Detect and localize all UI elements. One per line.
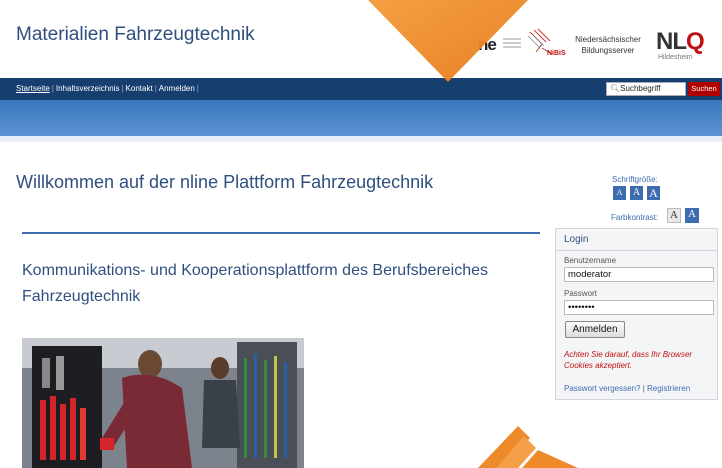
contrast-high-button[interactable]: A [685, 208, 699, 223]
contrast-normal-button[interactable]: A [667, 208, 681, 223]
divider [22, 232, 540, 234]
page-title: Willkommen auf der nline Plattform Fahrz… [16, 172, 434, 192]
username-field[interactable]: moderator [564, 267, 714, 282]
nlq-logo-nl: NL [656, 28, 687, 55]
font-size-medium-button[interactable]: A [630, 186, 643, 200]
bildungsserver-line1: Niedersächsischer [575, 35, 641, 44]
search-button[interactable]: Suchen [688, 82, 720, 96]
login-links: Passwort vergessen? | Registrieren [564, 384, 690, 393]
nav-links: Startseite | Inhaltsverzeichnis | Kontakt | An… [16, 84, 201, 93]
search-icon: 🔍︎ [610, 84, 621, 93]
nlq-subtitle: Hildesheim [658, 54, 693, 61]
cookie-warning: Achten Sie darauf, dass Ihr Browser Cook… [564, 350, 693, 370]
bildungsserver-line2: Bildungsserver [581, 46, 635, 55]
search-input[interactable]: 🔍︎Suchbegriff [606, 82, 686, 96]
font-size-label: Schriftgröße: [612, 175, 658, 184]
nlq-logo[interactable]: NLQ [656, 28, 705, 56]
header-band [0, 100, 722, 136]
arrow-down-icon [368, 0, 528, 82]
login-divider [556, 250, 717, 251]
headline: Kommunikations- und Kooperationsplattfor… [22, 262, 489, 305]
search-placeholder: Suchbegriff [620, 84, 661, 93]
password-field[interactable]: •••••••• [564, 300, 714, 315]
login-panel: Login Benutzername moderator Passwort ••… [555, 228, 718, 400]
password-label: Passwort [564, 289, 597, 298]
login-button[interactable]: Anmelden [565, 321, 625, 338]
font-size-small-button[interactable]: A [613, 186, 626, 200]
font-size-large-button[interactable]: A [647, 186, 660, 200]
nav-item-kontakt[interactable]: Kontakt [126, 84, 153, 93]
header: Materialien Fahrzeugtechnik ne NiBiS Nie… [0, 0, 722, 78]
nlq-logo-q: Q [686, 28, 705, 55]
nav-item-inhaltsverzeichnis[interactable]: Inhaltsverzeichnis [56, 84, 120, 93]
nav-separator: | [121, 84, 124, 93]
nav-separator: | [154, 84, 157, 93]
nav-separator: | [51, 84, 54, 93]
register-link[interactable]: Registrieren [647, 384, 690, 393]
site-title[interactable]: Materialien Fahrzeugtechnik [16, 24, 255, 46]
contrast-label: Farbkontrast: [611, 213, 659, 222]
nav-separator: | [196, 84, 199, 93]
nav-item-anmelden[interactable]: Anmelden [159, 84, 195, 93]
login-title: Login [564, 234, 589, 245]
forgot-password-link[interactable]: Passwort vergessen? [564, 384, 640, 393]
decorative-stripes-icon [478, 426, 578, 468]
login-link-separator: | [642, 384, 645, 393]
workshop-photo-illustration [22, 338, 304, 468]
nav-item-startseite[interactable]: Startseite [16, 84, 50, 93]
nibis-label: NiBiS [547, 50, 566, 57]
username-label: Benutzername [564, 256, 617, 265]
workshop-photo [22, 338, 304, 468]
bildungsserver-label[interactable]: Niedersächsischer Bildungsserver [568, 34, 648, 56]
